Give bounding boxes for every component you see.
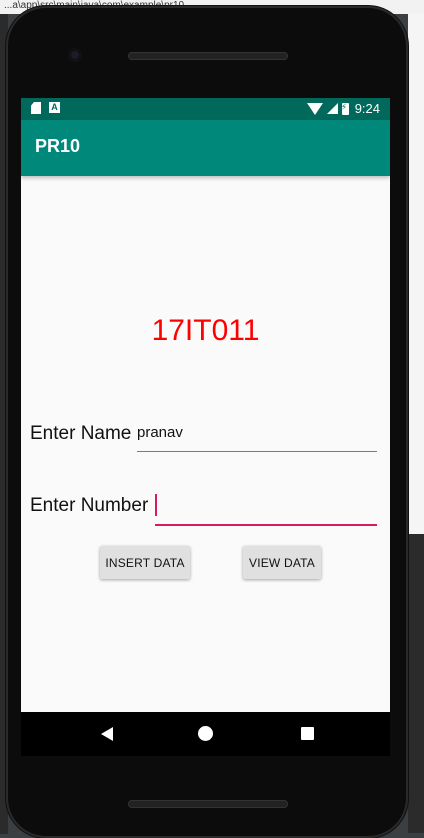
text-cursor xyxy=(155,494,157,516)
ide-right-dark-panel xyxy=(408,534,424,833)
navigation-bar xyxy=(21,712,390,756)
status-time: 9:24 xyxy=(354,101,380,116)
signal-icon xyxy=(326,103,338,114)
bottom-speaker xyxy=(128,800,288,808)
insert-data-button[interactable]: INSERT DATA xyxy=(100,546,190,579)
back-icon[interactable] xyxy=(101,727,113,741)
app-title: PR10 xyxy=(35,136,81,156)
name-input-value: pranav xyxy=(137,424,183,441)
device-screen: A 9:24 PR10 17IT011 Enter Name pranav En… xyxy=(21,98,390,712)
home-icon[interactable] xyxy=(198,726,213,741)
top-speaker xyxy=(128,52,288,60)
app-bar: PR10 xyxy=(21,120,390,176)
a-notification-icon: A xyxy=(49,102,60,113)
wifi-icon xyxy=(306,102,323,115)
ide-right-panel xyxy=(408,14,424,534)
battery-charging-icon xyxy=(341,102,349,115)
recents-icon[interactable] xyxy=(301,727,314,740)
front-camera xyxy=(68,48,82,62)
name-input[interactable]: pranav xyxy=(137,418,377,452)
status-bar: A 9:24 xyxy=(21,98,390,120)
number-label: Enter Number xyxy=(30,495,149,516)
student-id-headline: 17IT011 xyxy=(151,314,260,347)
number-input[interactable] xyxy=(155,490,377,526)
sd-card-icon xyxy=(31,102,41,114)
name-label: Enter Name xyxy=(30,423,132,444)
view-data-button[interactable]: VIEW DATA xyxy=(243,546,321,579)
